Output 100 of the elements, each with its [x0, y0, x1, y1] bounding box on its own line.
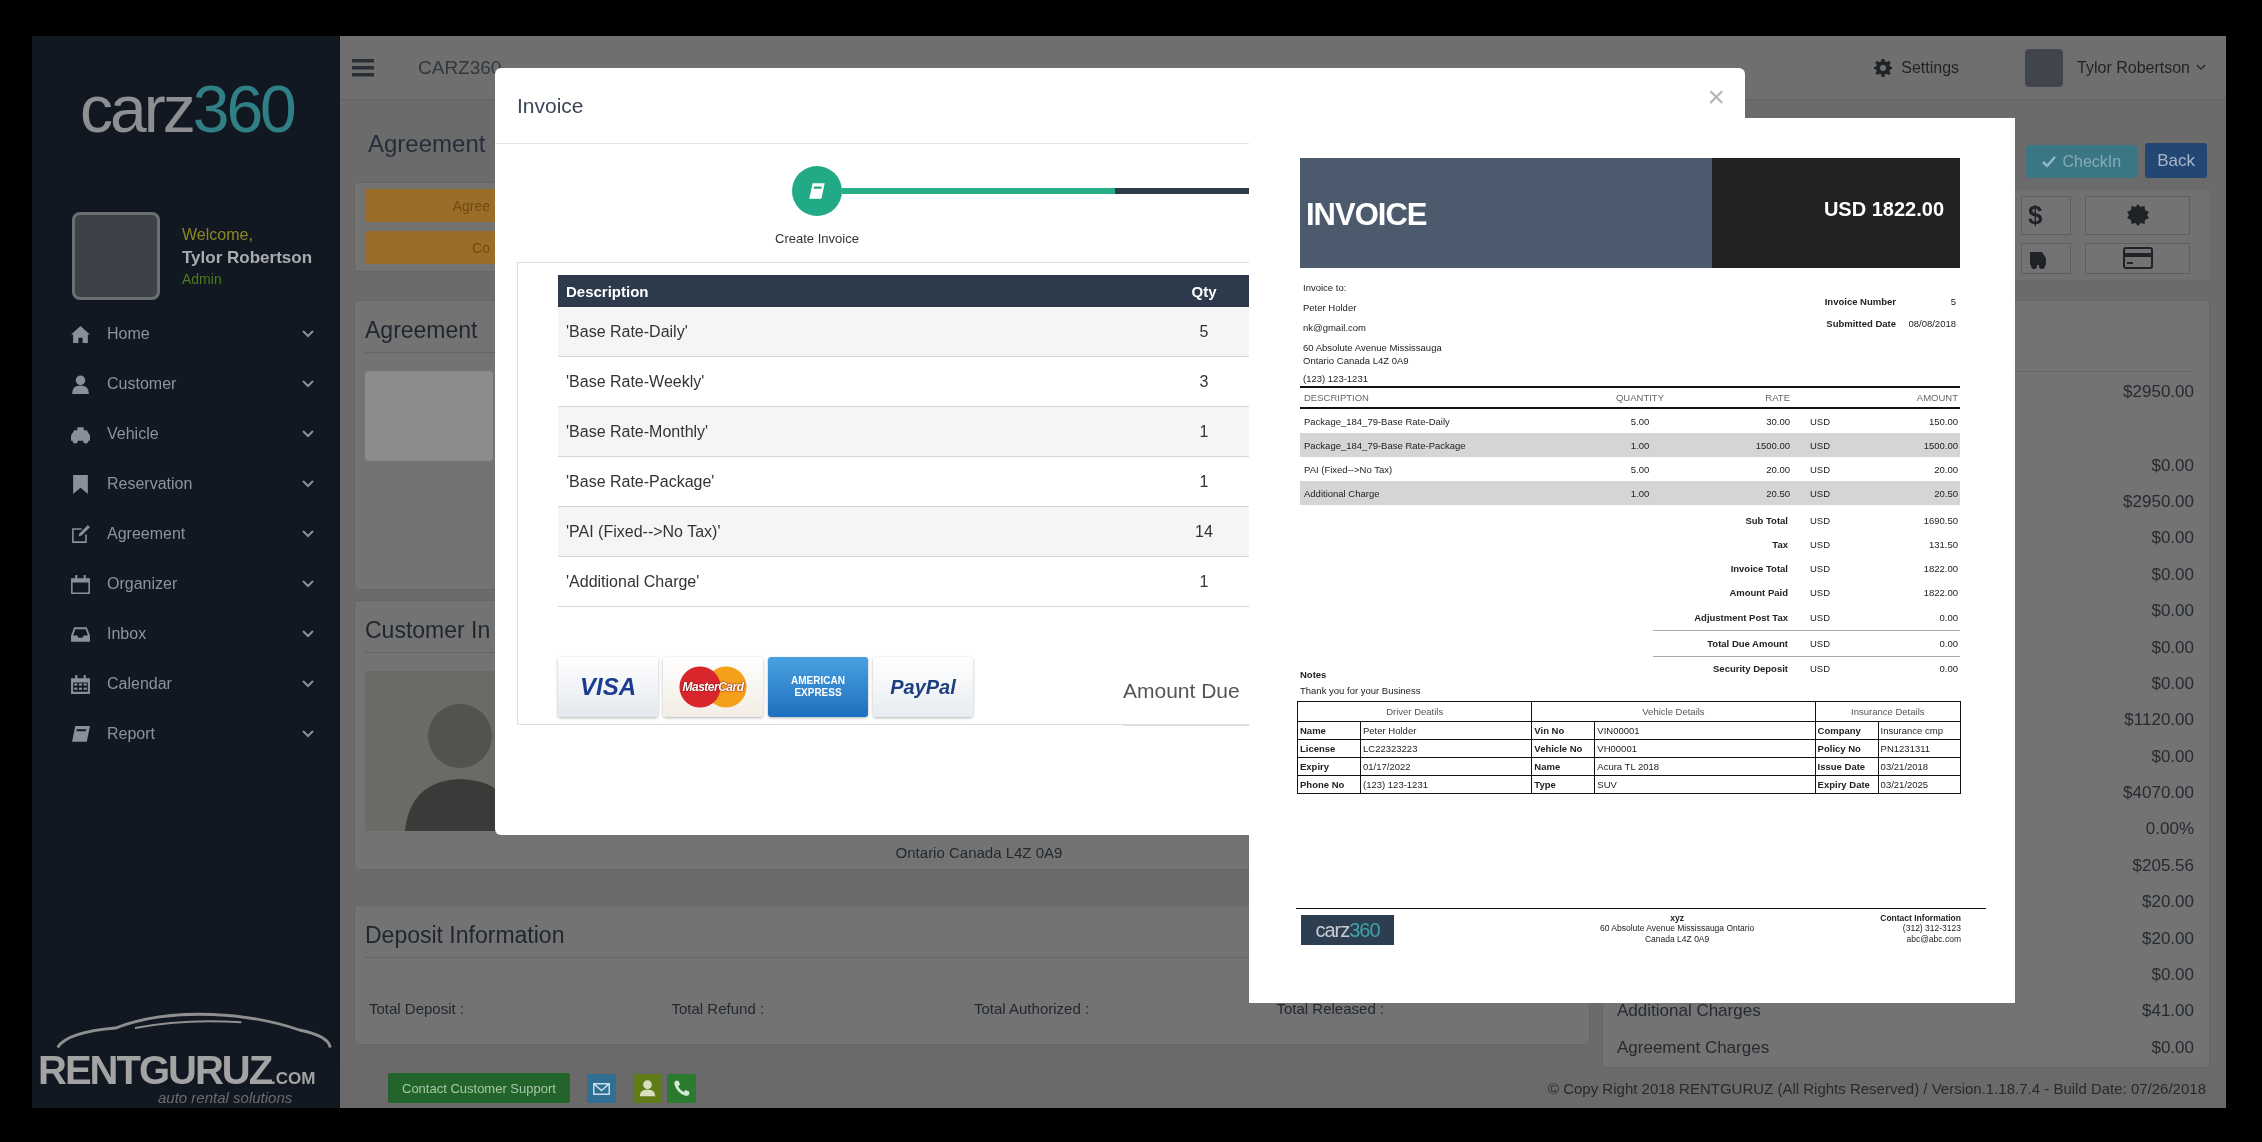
total-value: 1822.00	[1922, 587, 1959, 598]
meta-value: 5	[1949, 295, 1956, 307]
table-cell-text: 5.00	[1629, 415, 1651, 427]
nav-item[interactable]: Reservation	[32, 459, 340, 509]
customer-email: nk@gmail.com	[1303, 321, 1367, 335]
grid-icon	[70, 673, 91, 695]
meta-value: 08/08/2018	[1907, 317, 1956, 329]
contact-heading: Contact Information	[1880, 913, 1961, 923]
greeting: Welcome,	[182, 225, 254, 244]
dialog-title: Invoice	[517, 93, 585, 118]
avatar-placeholder	[2025, 48, 2064, 87]
table-cell: 'PAI (Fixed-->No Tax)'	[558, 506, 1158, 557]
column-header: RATE	[1764, 392, 1790, 403]
total-currency: USD	[1808, 515, 1832, 526]
quick-action-button[interactable]	[2085, 196, 2190, 235]
table-cell-text: USD	[1808, 415, 1832, 427]
quick-action-button[interactable]	[2085, 242, 2190, 274]
nav-item[interactable]: Home	[32, 309, 340, 359]
charge-value: $0.00	[2151, 455, 2194, 476]
company-name: xyz	[1669, 913, 1685, 923]
table-cell: Vehicle No	[1531, 739, 1595, 758]
charge-value: $0.00	[2151, 1037, 2194, 1058]
nav-item[interactable]: Organizer	[32, 559, 340, 609]
home-icon	[70, 323, 91, 345]
credit-card-icon	[2122, 247, 2153, 270]
user-icon[interactable]	[632, 1073, 662, 1103]
meta-label: Submitted Date	[1825, 317, 1897, 329]
table-cell: Company	[1815, 721, 1879, 740]
nav-item[interactable]: Report	[32, 709, 340, 759]
table-cell-text: 20.00	[1933, 463, 1959, 475]
step-label: Create Invoice	[774, 231, 860, 246]
charge-value: 0.00%	[2145, 819, 2194, 840]
total-currency: USD	[1808, 563, 1832, 574]
customer-phone: (123) 123-1231	[1303, 372, 1369, 386]
invoice-total: USD 1822.00	[1823, 197, 1944, 221]
brand-name: RENTGURUZ	[38, 1049, 272, 1090]
charge-value: $0.00	[2151, 564, 2194, 585]
table-cell: 'Base Rate-Daily'	[558, 307, 1158, 357]
quick-action-button[interactable]	[2021, 242, 2071, 274]
payment-method-option[interactable]: AMERICAN EXPRESS	[768, 657, 868, 717]
charge-value: $2950.00	[2123, 491, 2194, 512]
total-label: Adjustment Post Tax	[1693, 612, 1789, 623]
table-cell-text: 1.00	[1629, 439, 1651, 451]
details-heading: Vehicle Details	[1531, 701, 1816, 722]
nav-item[interactable]: Calendar	[32, 659, 340, 709]
table-cell: 5	[1158, 307, 1250, 357]
meta-label: Invoice Number	[1823, 295, 1897, 307]
table-cell: 03/21/2025	[1878, 775, 1961, 794]
book-icon	[806, 180, 828, 202]
table-cell: LC22323223	[1360, 739, 1532, 758]
table-cell: 'Base Rate-Monthly'	[558, 406, 1158, 457]
table-cell: 'Base Rate-Package'	[558, 456, 1158, 507]
nav-item[interactable]: Agreement	[32, 509, 340, 559]
table-cell-text: 5.00	[1629, 463, 1651, 475]
total-currency: USD	[1808, 612, 1832, 623]
table-cell: Peter Holder	[1360, 721, 1532, 740]
nav-item[interactable]: Inbox	[32, 609, 340, 659]
book-icon	[70, 723, 91, 745]
deposit-label: Total Refund :	[671, 1000, 766, 1017]
table-cell: Insurance cmp	[1878, 721, 1961, 740]
phone-icon[interactable]	[666, 1073, 696, 1103]
customer-name: Peter Holder	[1303, 301, 1358, 315]
column-header: Description	[558, 275, 1158, 307]
mail-icon[interactable]	[586, 1073, 616, 1103]
charge-value: $4070.00	[2123, 783, 2194, 804]
table-cell: VIN00001	[1594, 721, 1816, 740]
charge-label: Agreement Charges	[1617, 1037, 1770, 1058]
table-cell-text: USD	[1808, 439, 1832, 451]
table-cell-text: 150.00	[1927, 415, 1959, 427]
total-label: Tax	[1771, 539, 1789, 550]
total-label: Security Deposit	[1712, 663, 1789, 674]
brand-suffix: .COM	[271, 1069, 316, 1087]
notes-text: Thank you for your Business	[1300, 685, 1421, 698]
nav-item[interactable]: Vehicle	[32, 409, 340, 459]
total-value: 1690.50	[1922, 515, 1959, 526]
menu-icon[interactable]	[352, 58, 374, 77]
settings-link[interactable]: Settings	[1874, 58, 1960, 77]
nav-item[interactable]: Customer	[32, 359, 340, 409]
back-button[interactable]: Back	[2145, 143, 2207, 178]
table-cell: Acura TL 2018	[1594, 757, 1816, 776]
edit-icon	[70, 523, 91, 545]
user-menu[interactable]: Tylor Robertson	[2077, 58, 2206, 77]
table-cell-text: 20.00	[1765, 463, 1790, 475]
chevron-down-icon	[302, 580, 314, 588]
table-cell-text: Package_184_79-Base Rate-Daily	[1303, 415, 1451, 427]
caret-icon	[2196, 64, 2206, 71]
user-name: Tylor Robertson	[182, 247, 313, 268]
charge-value: $0.00	[2151, 746, 2194, 767]
table-cell-text: 1500.00	[1922, 439, 1959, 451]
payment-method-option[interactable]: VISA	[558, 657, 658, 717]
table-cell-text: 1.00	[1629, 487, 1651, 499]
deposit-label: Total Authorized :	[974, 1000, 1091, 1017]
table-cell-text: USD	[1808, 463, 1832, 475]
support-button[interactable]: Contact Customer Support	[388, 1073, 570, 1103]
payment-method-option[interactable]: PayPal	[873, 657, 973, 717]
table-cell: PN1231311	[1878, 739, 1961, 758]
chevron-down-icon	[302, 430, 314, 438]
quick-action-button[interactable]: $	[2021, 196, 2071, 235]
table-cell: Phone No	[1297, 775, 1361, 794]
table-cell: Expiry	[1297, 757, 1361, 776]
